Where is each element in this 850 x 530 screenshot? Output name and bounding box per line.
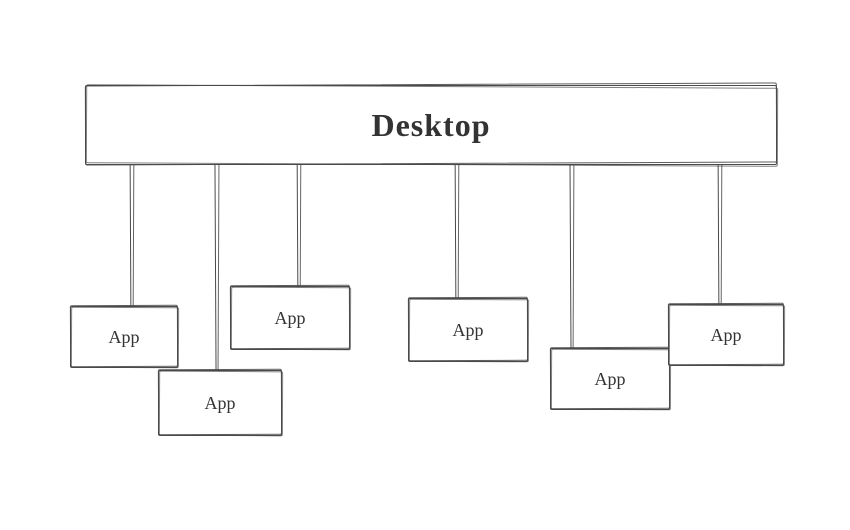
app-label-4: App (595, 369, 626, 390)
app-label-3: App (453, 320, 484, 341)
connector-3 (455, 165, 459, 298)
connector-5 (718, 165, 722, 304)
app-label-0: App (109, 327, 140, 348)
app-node-5: App (668, 304, 784, 366)
app-node-4: App (550, 348, 670, 410)
connector-2 (297, 165, 301, 286)
connector-0 (130, 165, 134, 306)
connector-1 (215, 165, 219, 370)
app-label-5: App (711, 325, 742, 346)
app-label-2: App (275, 308, 306, 329)
app-node-2: App (230, 286, 350, 350)
app-label-1: App (205, 393, 236, 414)
desktop-label: Desktop (371, 107, 490, 144)
diagram-canvas: Desktop App App App App App App (0, 0, 850, 530)
app-node-3: App (408, 298, 528, 362)
desktop-node: Desktop (85, 85, 777, 165)
connector-4 (570, 165, 574, 348)
app-node-1: App (158, 370, 282, 436)
app-node-0: App (70, 306, 178, 368)
